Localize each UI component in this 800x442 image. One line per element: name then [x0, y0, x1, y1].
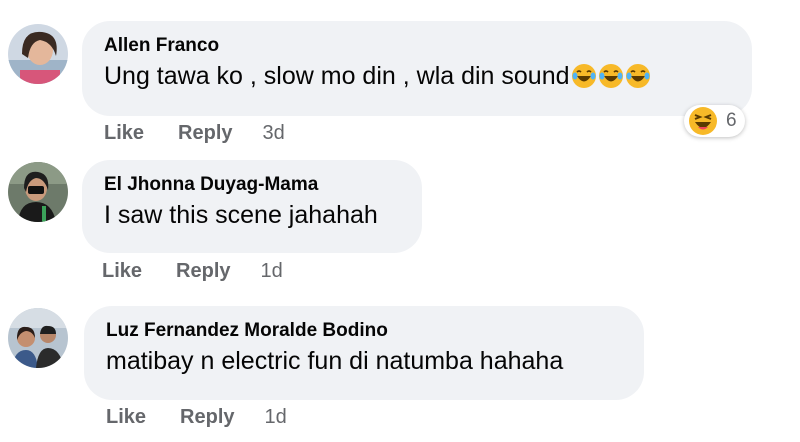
avatar-photo — [8, 308, 68, 368]
comment-text: I saw this scene jahahah — [104, 201, 378, 229]
laughing-crying-emoji-icon — [625, 63, 651, 89]
avatar[interactable] — [8, 24, 68, 84]
reply-button[interactable]: Reply — [176, 260, 230, 283]
comment-text-content: Ung tawa ko , slow mo din , wla din soun… — [104, 62, 570, 90]
like-button[interactable]: Like — [102, 260, 142, 283]
avatar-photo — [8, 162, 68, 222]
like-button[interactable]: Like — [106, 406, 146, 429]
reply-button[interactable]: Reply — [180, 406, 234, 429]
reaction-count: 6 — [726, 110, 737, 131]
like-button[interactable]: Like — [104, 122, 144, 145]
reply-button[interactable]: Reply — [178, 122, 232, 145]
comment-author[interactable]: Allen Franco — [104, 35, 730, 57]
comment-actions: Like Reply 3d — [104, 122, 285, 145]
timestamp[interactable]: 3d — [263, 122, 285, 145]
timestamp[interactable]: 1d — [261, 260, 283, 283]
comment-text: matibay n electric fun di natumba hahaha — [106, 347, 564, 375]
comment-actions: Like Reply 1d — [106, 406, 287, 429]
laughing-crying-emoji-icon — [598, 63, 624, 89]
comment-author[interactable]: Luz Fernandez Moralde Bodino — [106, 320, 622, 342]
comment-bubble: Luz Fernandez Moralde Bodino matibay n e… — [84, 306, 644, 400]
comment-author[interactable]: El Jhonna Duyag-Mama — [104, 174, 400, 196]
comment-actions: Like Reply 1d — [102, 260, 283, 283]
timestamp[interactable]: 1d — [265, 406, 287, 429]
comment-bubble: El Jhonna Duyag-Mama I saw this scene ja… — [82, 160, 422, 253]
avatar[interactable] — [8, 308, 68, 368]
haha-reaction-icon — [688, 106, 718, 136]
avatar-photo — [8, 24, 68, 84]
avatar[interactable] — [8, 162, 68, 222]
comment-text: Ung tawa ko , slow mo din , wla din soun… — [104, 61, 730, 91]
comment-bubble: Allen Franco Ung tawa ko , slow mo din ,… — [82, 21, 752, 116]
laughing-crying-emoji-icon — [571, 63, 597, 89]
reaction-summary[interactable]: 6 — [684, 105, 745, 137]
